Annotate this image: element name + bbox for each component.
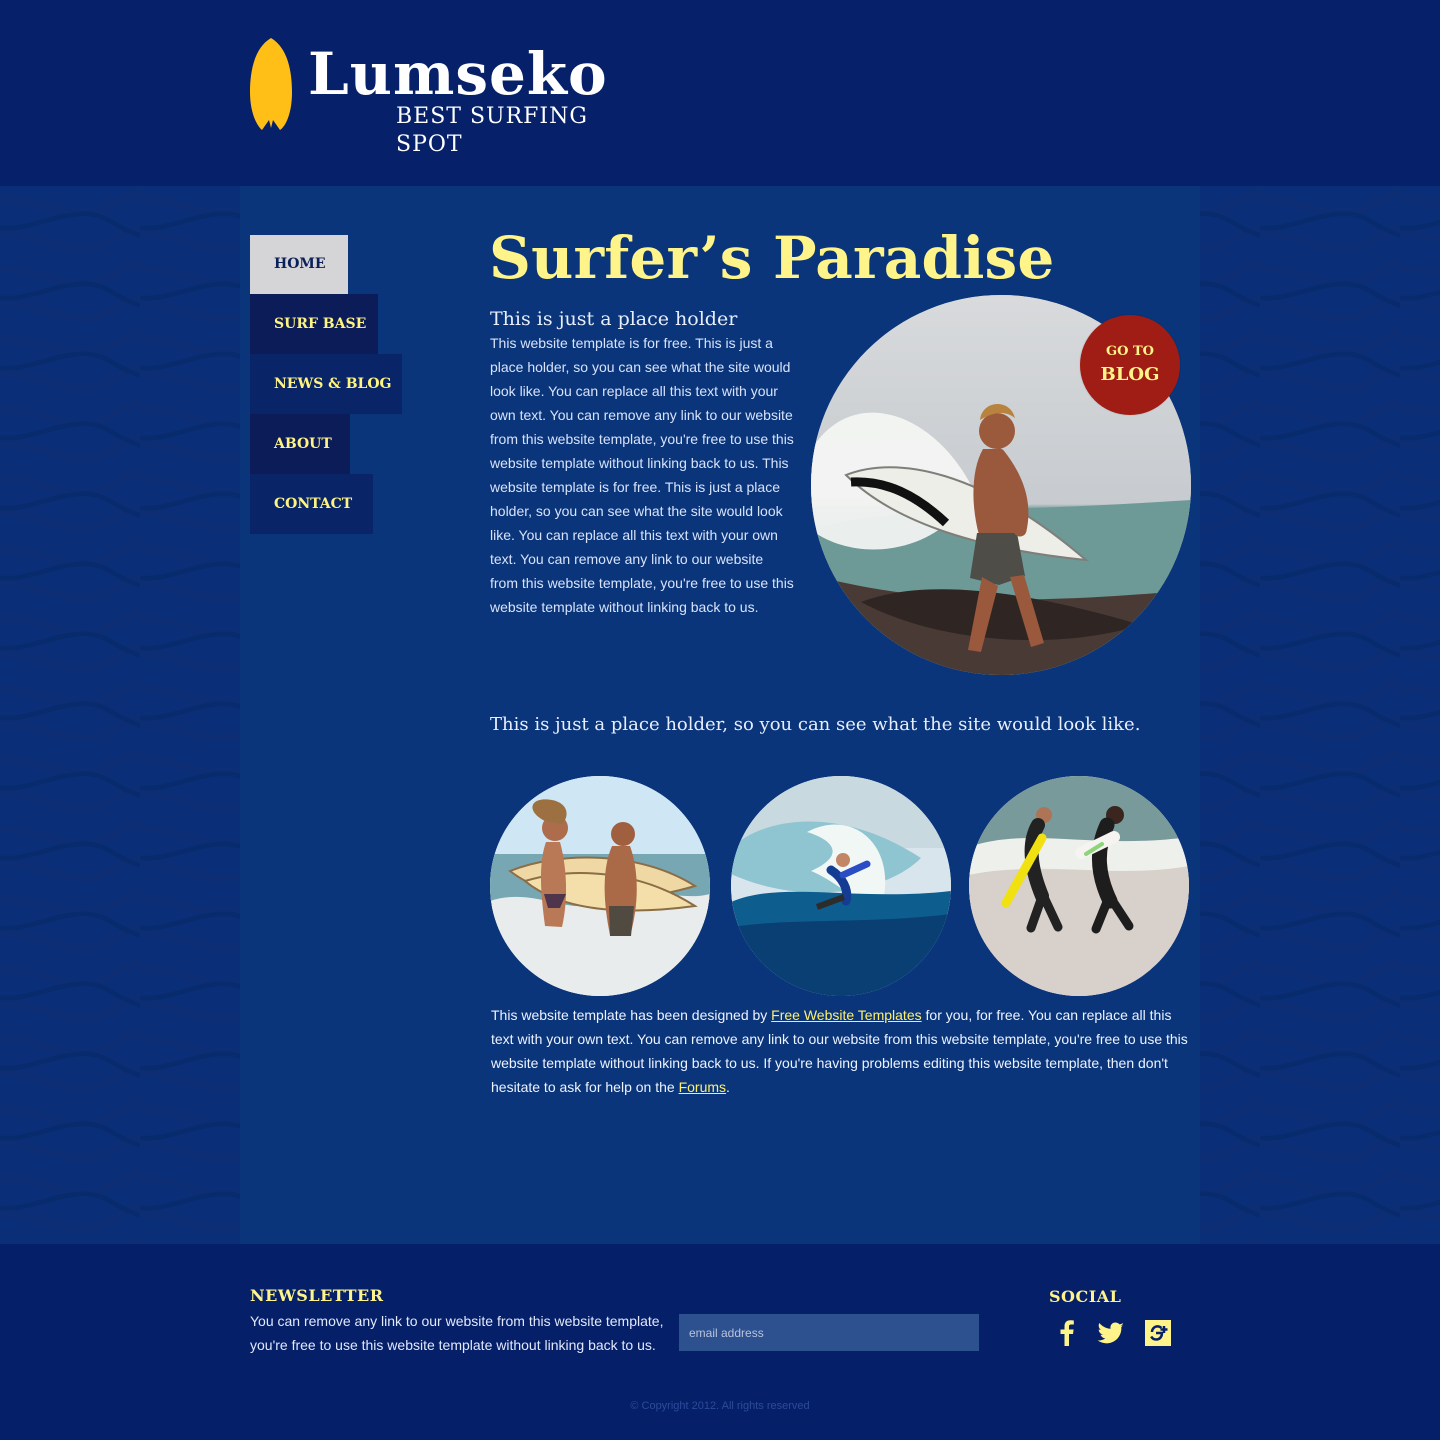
surfing-site-page: Lumseko BEST SURFING SPOT HOME SURF BASE… xyxy=(0,0,1440,1440)
go-to-blog-button[interactable]: GO TO BLOG xyxy=(1080,315,1180,415)
nav-surf-base[interactable]: SURF BASE xyxy=(250,294,378,354)
nav-about[interactable]: ABOUT xyxy=(250,414,350,474)
intro-paragraph: This website template is for free. This … xyxy=(490,335,794,615)
main-navigation: HOME SURF BASE NEWS & BLOG ABOUT CONTACT xyxy=(250,235,405,534)
go-to-label: GO TO xyxy=(1106,344,1154,359)
wave-surfer-photo-icon xyxy=(731,776,951,996)
template-credit-text: This website template has been designed … xyxy=(491,1003,1196,1099)
wave-surfer-image xyxy=(731,776,951,996)
facebook-icon xyxy=(1060,1320,1074,1346)
brand-tagline: BEST SURFING SPOT xyxy=(396,104,588,157)
google-plus-link[interactable] xyxy=(1143,1318,1173,1348)
nav-contact[interactable]: CONTACT xyxy=(250,474,373,534)
twitter-icon xyxy=(1097,1322,1124,1344)
google-plus-icon xyxy=(1145,1320,1171,1346)
free-website-templates-link[interactable]: Free Website Templates xyxy=(771,1007,921,1023)
blog-label: BLOG xyxy=(1100,364,1160,385)
running-surfers-image xyxy=(969,776,1189,996)
newsletter-title: NEWSLETTER xyxy=(250,1286,384,1305)
copyright-text: © Copyright 2012. All rights reserved xyxy=(630,1400,810,1412)
site-logo[interactable]: Lumseko BEST SURFING SPOT xyxy=(250,38,655,157)
social-title: SOCIAL xyxy=(1049,1287,1122,1306)
newsletter-text: You can remove any link to our website f… xyxy=(250,1313,664,1353)
nav-news-blog[interactable]: NEWS & BLOG xyxy=(250,354,402,414)
running-surfers-photo-icon xyxy=(969,776,1189,996)
site-header: Lumseko BEST SURFING SPOT xyxy=(0,0,1440,186)
facebook-link[interactable] xyxy=(1052,1318,1082,1348)
page-title: Surfer’s Paradise xyxy=(489,224,1055,292)
couple-surfing-image xyxy=(490,776,710,996)
credit-text-end: . xyxy=(726,1079,730,1095)
surfboard-logo-icon xyxy=(250,38,292,130)
placeholder-subheading: This is just a place holder, so you can … xyxy=(490,714,1141,735)
surfers-beach-photo-icon xyxy=(490,776,710,996)
forums-link[interactable]: Forums xyxy=(679,1079,726,1095)
newsletter-email-input[interactable] xyxy=(679,1314,979,1351)
intro-heading: This is just a place holder xyxy=(490,308,738,330)
nav-home[interactable]: HOME xyxy=(250,235,348,294)
brand-name: Lumseko xyxy=(308,40,608,108)
credit-text-before-link: This website template has been designed … xyxy=(491,1007,772,1023)
twitter-link[interactable] xyxy=(1095,1318,1125,1348)
